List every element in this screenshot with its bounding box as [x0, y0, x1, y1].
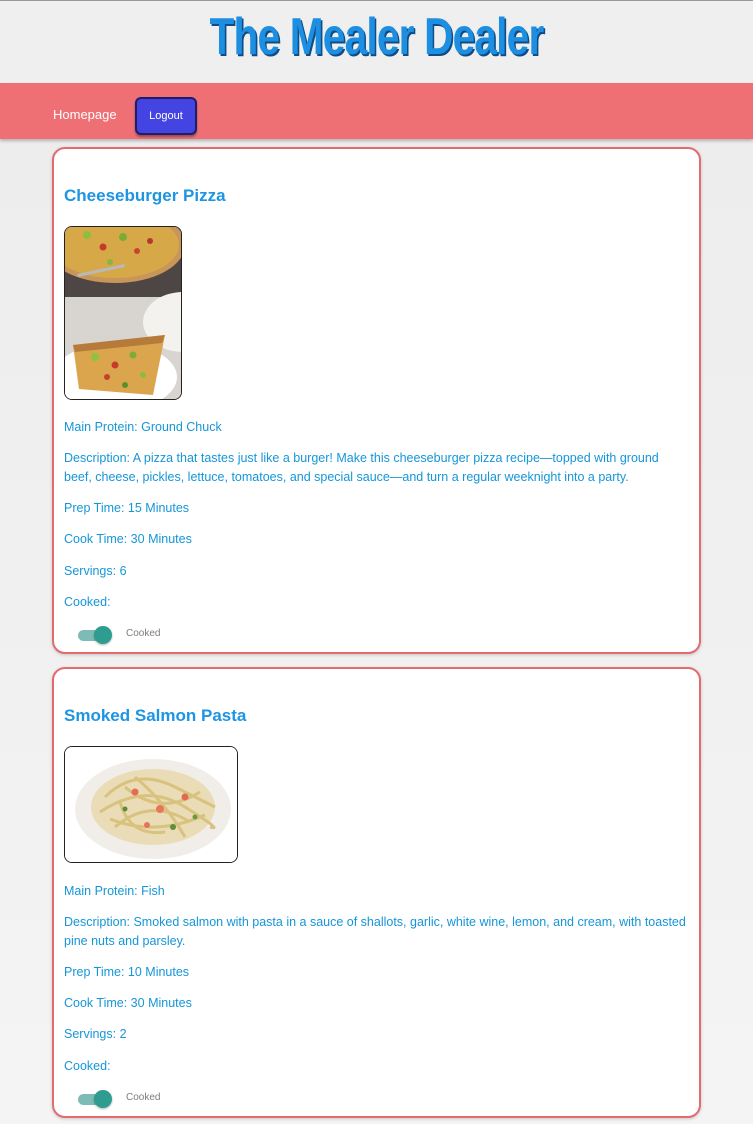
main-protein: Main Protein: Ground Chuck [64, 420, 222, 434]
toggle-knob [94, 1090, 112, 1108]
recipe-image [64, 226, 182, 400]
cooked-toggle[interactable] [78, 625, 112, 645]
toggle-label: Cooked [126, 628, 161, 639]
nav-homepage-link[interactable]: Homepage [53, 107, 117, 122]
site-header: The Mealer Dealer [0, 0, 753, 83]
recipe-title: Cheeseburger Pizza [64, 186, 226, 205]
cooked-label: Cooked: [64, 595, 111, 609]
recipe-card: Cheeseburger Pizza Main Protein: Ground … [52, 147, 701, 654]
prep-time: Prep Time: 10 Minutes [64, 965, 190, 979]
cook-time: Cook Time: 30 Minutes [64, 996, 192, 1010]
cooked-label: Cooked: [64, 1059, 111, 1073]
prep-time: Prep Time: 15 Minutes [64, 501, 190, 515]
cook-time: Cook Time: 30 Minutes [64, 532, 192, 546]
site-title: The Mealer Dealer [209, 8, 545, 66]
logout-button[interactable]: Logout [135, 97, 197, 135]
servings: Servings: 6 [64, 564, 127, 578]
main-protein: Main Protein: Fish [64, 884, 165, 898]
toggle-label: Cooked [126, 1092, 161, 1103]
servings: Servings: 2 [64, 1027, 127, 1041]
smoked-salmon-pasta-photo [65, 747, 237, 862]
description: Description: Smoked salmon with pasta in… [64, 915, 686, 948]
recipe-card: Smoked Salmon Pasta Main Protein: Fish D… [52, 667, 701, 1118]
recipe-title: Smoked Salmon Pasta [64, 706, 247, 725]
cheeseburger-pizza-photo [65, 227, 181, 399]
description: Description: A pizza that tastes just li… [64, 451, 659, 484]
toggle-knob [94, 626, 112, 644]
recipe-image [64, 746, 238, 863]
cooked-toggle[interactable] [78, 1089, 112, 1109]
navbar: Homepage Logout [0, 83, 753, 139]
